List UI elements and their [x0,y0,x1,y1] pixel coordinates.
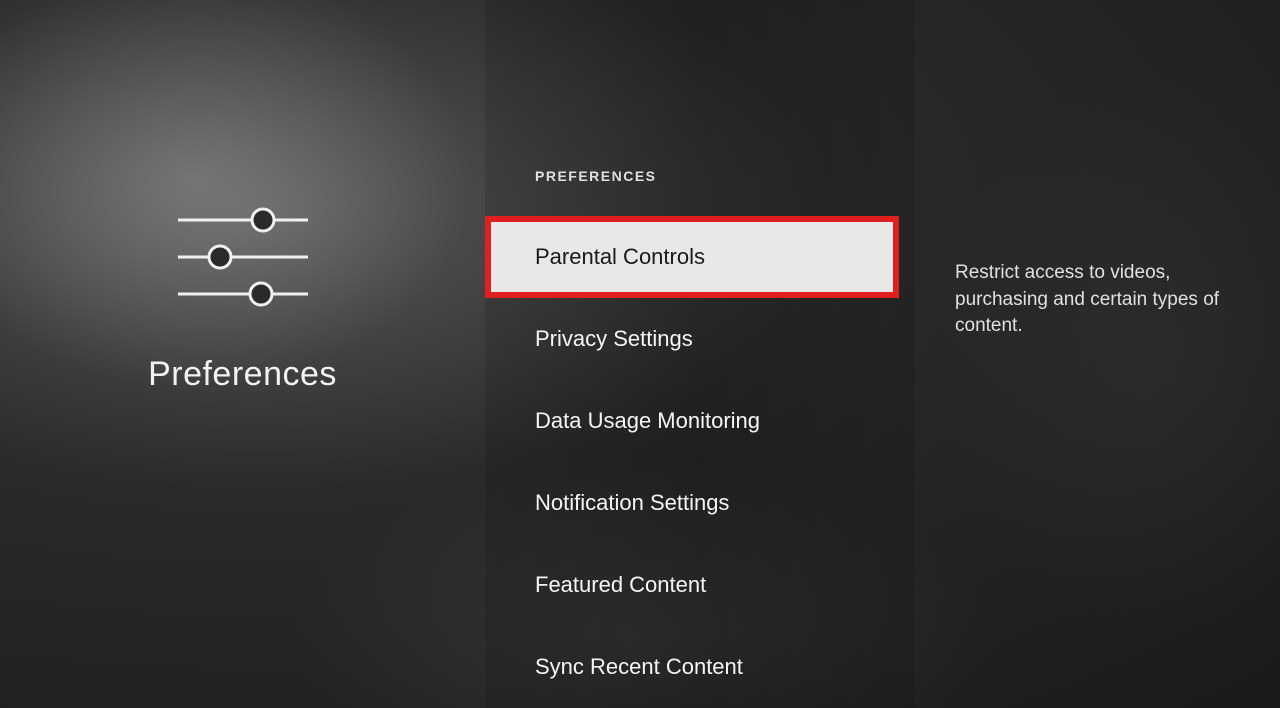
menu-item-label: Privacy Settings [535,326,693,352]
menu-panel: PREFERENCES Parental Controls Privacy Se… [485,0,915,708]
description-panel: Restrict access to videos, purchasing an… [915,0,1280,708]
item-description: Restrict access to videos, purchasing an… [955,260,1240,340]
menu-item-data-usage-monitoring[interactable]: Data Usage Monitoring [485,380,915,462]
menu-item-privacy-settings[interactable]: Privacy Settings [485,298,915,380]
menu-item-label: Parental Controls [535,244,705,270]
menu-item-label: Data Usage Monitoring [535,408,760,434]
menu-item-notification-settings[interactable]: Notification Settings [485,462,915,544]
menu-item-label: Notification Settings [535,490,729,516]
menu-item-sync-recent-content[interactable]: Sync Recent Content [485,626,915,708]
sliders-icon [173,195,313,315]
page-title: Preferences [148,355,337,394]
menu-item-parental-controls[interactable]: Parental Controls [485,216,899,298]
menu-item-label: Sync Recent Content [535,654,743,680]
menu-item-featured-content[interactable]: Featured Content [485,544,915,626]
menu-item-label: Featured Content [535,572,706,598]
section-header: PREFERENCES [485,168,915,216]
category-panel: Preferences [0,0,485,708]
